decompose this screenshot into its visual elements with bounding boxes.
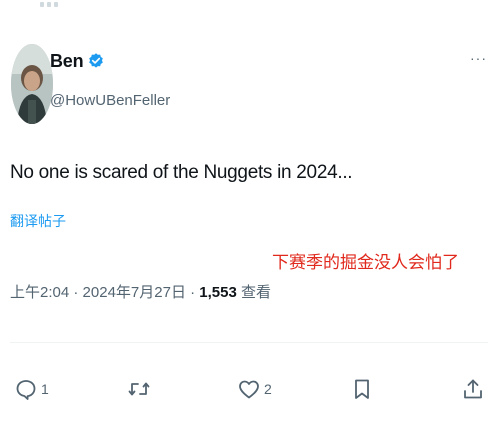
reply-count: 1 xyxy=(41,381,49,397)
overlay-caption: 下赛季的掘金没人会怕了 xyxy=(272,253,459,272)
like-count: 2 xyxy=(264,381,272,397)
tweet-meta: 上午2:04 · 2024年7月27日 · 1,553 查看 xyxy=(10,281,271,302)
more-dots-icon[interactable]: ··· xyxy=(470,51,488,65)
author-name-row: Ben xyxy=(50,50,105,72)
verified-badge-icon xyxy=(89,53,104,68)
tweet-card: Ben @HowUBenFeller ··· No one is scared … xyxy=(0,0,500,440)
tweet-text: No one is scared of the Nuggets in 2024.… xyxy=(10,162,353,183)
translate-post-link[interactable]: 翻译帖子 xyxy=(10,211,66,231)
meta-separator: · xyxy=(185,284,200,301)
heart-icon xyxy=(239,380,259,399)
author-handle[interactable]: @HowUBenFeller xyxy=(50,92,170,109)
action-bar: 1 2 xyxy=(0,370,500,410)
bookmark-icon xyxy=(355,379,369,399)
views-count: 1,553 xyxy=(199,284,237,301)
retweet-arrows-icon xyxy=(128,382,150,396)
views-label: 查看 xyxy=(236,284,272,301)
tweet-date[interactable]: 2024年7月27日 xyxy=(83,284,186,301)
divider xyxy=(10,342,488,343)
retweet-button[interactable] xyxy=(127,370,151,408)
share-button[interactable] xyxy=(461,370,485,408)
display-name[interactable]: Ben xyxy=(50,51,84,72)
reply-bubble-icon xyxy=(16,380,36,400)
meta-separator: · xyxy=(69,284,83,301)
avatar[interactable] xyxy=(11,44,53,124)
reply-button[interactable]: 1 xyxy=(14,370,49,408)
bookmark-button[interactable] xyxy=(350,370,374,408)
tweet-time[interactable]: 上午2:04 xyxy=(10,284,69,301)
share-upload-icon xyxy=(464,379,482,399)
like-button[interactable]: 2 xyxy=(237,370,272,408)
